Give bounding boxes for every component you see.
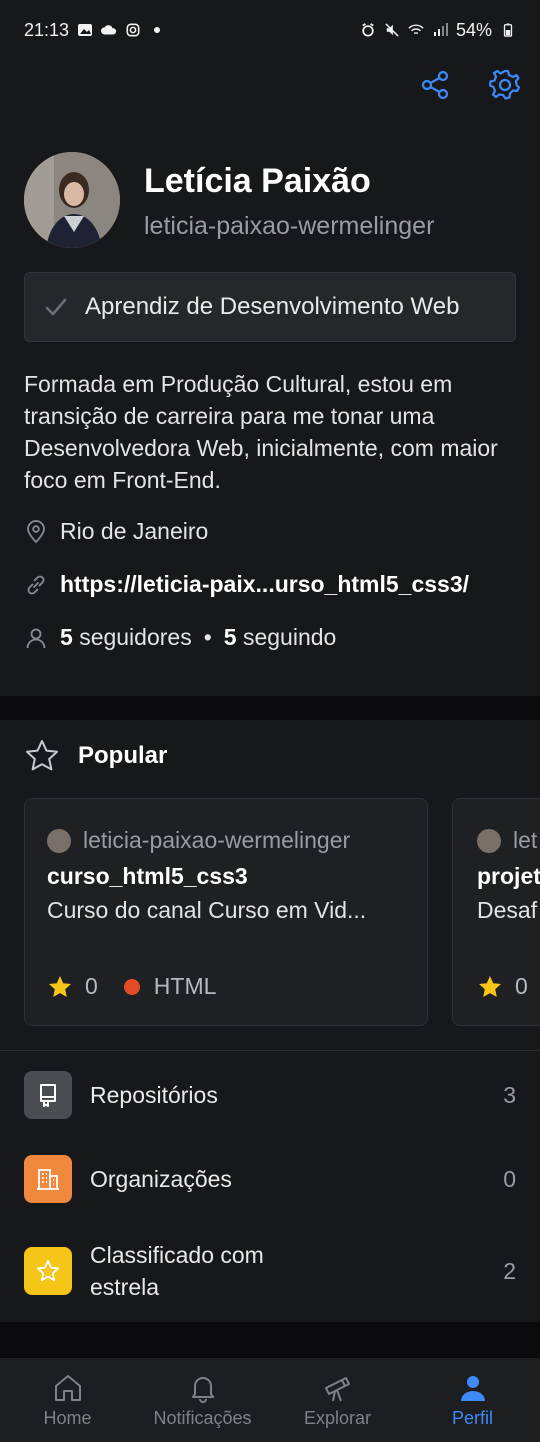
owner-name: leticia-paixao-wermelinger: [83, 827, 351, 853]
status-bar: 21:13 54%: [0, 0, 540, 60]
repo-owner: leticia-paixao-wermelinger: [47, 827, 350, 854]
repo-owner: let: [477, 827, 537, 854]
repo-icon: [24, 1071, 72, 1119]
link-icon: [27, 575, 45, 594]
star-icon: [24, 1247, 72, 1295]
instagram-icon: [126, 23, 140, 37]
telescope-icon: [324, 1376, 350, 1401]
following-count[interactable]: 5: [224, 624, 237, 651]
popular-section: Popular leticia-paixao-wermelinger curso…: [0, 720, 540, 1050]
organization-icon: [24, 1155, 72, 1203]
tab-label: Notificações: [153, 1407, 252, 1428]
popular-header: Popular: [24, 738, 167, 774]
tab-label: Perfil: [451, 1407, 493, 1428]
status-badge[interactable]: Aprendiz de Desenvolvimento Web: [24, 272, 516, 342]
tab-home[interactable]: Home: [0, 1358, 135, 1442]
cloud-icon: [101, 25, 117, 35]
person-icon: [26, 628, 46, 648]
repo-stars: 0: [85, 973, 98, 999]
header-actions: [418, 68, 522, 102]
dot-icon: [154, 27, 161, 33]
menu-label: Repositórios: [90, 1082, 218, 1108]
menu-count: 0: [503, 1165, 516, 1192]
share-icon[interactable]: [418, 68, 452, 102]
tab-label: Explorar: [303, 1407, 372, 1428]
repo-card[interactable]: leticia-paixao-wermelinger curso_html5_c…: [24, 798, 428, 1026]
repo-description: Desaf: [477, 897, 538, 923]
following-label[interactable]: seguindo: [243, 624, 336, 651]
signal-icon: [433, 23, 448, 36]
profile-bio: Formada em Produção Cultural, estou em t…: [24, 371, 498, 493]
battery-percent: 54%: [455, 19, 492, 40]
followers-label[interactable]: seguidores: [79, 624, 192, 651]
repo-footer: 0: [477, 973, 528, 1000]
gear-icon[interactable]: [488, 68, 522, 102]
avatar[interactable]: [24, 152, 120, 248]
menu-item-organizations[interactable]: Organizações 0: [0, 1137, 540, 1221]
star-outline-icon: [26, 740, 58, 771]
repo-name: curso_html5_css3: [47, 863, 248, 889]
menu-item-repositories[interactable]: Repositórios 3: [0, 1053, 540, 1137]
separator-dot: •: [203, 624, 212, 650]
repo-description: Curso do canal Curso em Vid...: [47, 897, 367, 923]
location-row: Rio de Janeiro: [24, 518, 208, 545]
status-time: 21:13: [24, 19, 70, 40]
battery-icon: [503, 23, 513, 37]
owner-avatar: [477, 828, 501, 853]
tab-label: Home: [43, 1407, 92, 1428]
menu-label: Organizações: [90, 1166, 232, 1192]
repo-footer: 0 HTML: [47, 973, 216, 1000]
menu-count: 2: [503, 1257, 516, 1284]
owner-name: let: [513, 827, 538, 853]
person-icon: [460, 1375, 485, 1401]
avatar-photo: [24, 152, 120, 248]
star-icon: [49, 975, 71, 997]
website-link[interactable]: https://leticia-paix...urso_html5_css3/: [60, 571, 469, 598]
home-icon: [54, 1374, 81, 1401]
check-icon: [45, 298, 67, 316]
owner-avatar: [47, 828, 71, 853]
follow-row: 5 seguidores • 5 seguindo: [24, 624, 336, 651]
profile-section: Letícia Paixão leticia-paixao-wermelinge…: [0, 60, 540, 696]
tab-explore[interactable]: Explorar: [270, 1358, 405, 1442]
bottom-tab-bar: Home Notificações Explorar Perfil: [0, 1358, 540, 1442]
wifi-icon: [408, 24, 424, 35]
bell-icon: [191, 1376, 214, 1403]
alarm-icon: [362, 23, 374, 37]
website-row[interactable]: https://leticia-paix...urso_html5_css3/: [24, 571, 469, 598]
followers-count[interactable]: 5: [60, 624, 73, 651]
tab-notifications[interactable]: Notificações: [135, 1358, 270, 1442]
repo-stars: 0: [515, 973, 528, 999]
section-divider: [0, 696, 540, 720]
gallery-icon: [78, 24, 93, 36]
popular-title: Popular: [78, 742, 168, 769]
mute-icon: [385, 23, 399, 37]
profile-login: leticia-paixao-wermelinger: [144, 212, 435, 240]
tab-profile[interactable]: Perfil: [405, 1358, 540, 1442]
menu-count: 3: [503, 1081, 516, 1108]
profile-menu: Repositórios 3 Organizações 0 Classifica…: [0, 1050, 540, 1322]
section-divider: [0, 1322, 540, 1358]
menu-item-starred[interactable]: Classificado com estrela 2: [0, 1229, 540, 1313]
language-dot: [123, 978, 140, 995]
star-icon: [479, 975, 501, 997]
repo-language: HTML: [153, 973, 217, 999]
location-text: Rio de Janeiro: [60, 518, 209, 544]
location-icon: [27, 519, 45, 543]
status-text: Aprendiz de Desenvolvimento Web: [85, 293, 460, 320]
menu-label: Classificado com estrela: [90, 1242, 264, 1300]
repo-name: projet: [477, 863, 540, 889]
repo-card[interactable]: let projet Desaf 0: [452, 798, 540, 1026]
profile-name: Letícia Paixão: [144, 162, 371, 200]
